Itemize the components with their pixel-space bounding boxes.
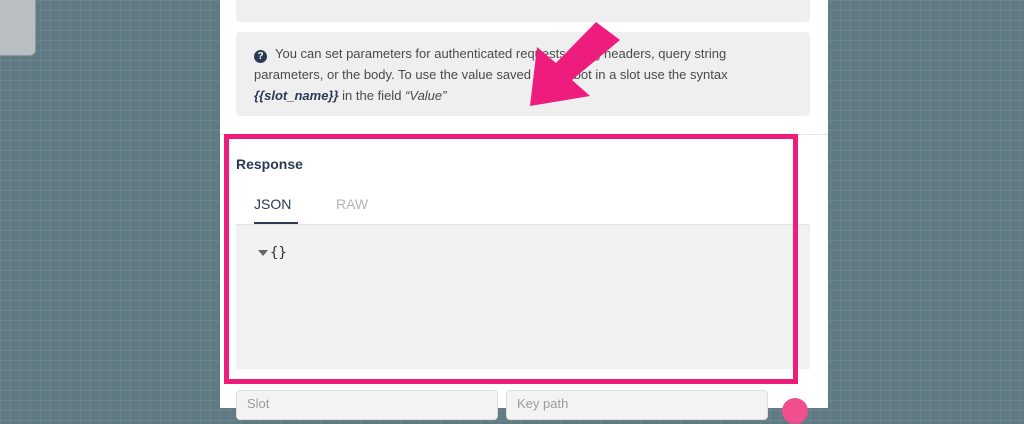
side-panel-handle [0, 0, 36, 56]
info-box: ? You can set parameters for authenticate… [236, 32, 810, 116]
response-title: Response [236, 156, 303, 172]
key-path-field[interactable]: Key path [506, 390, 768, 420]
tab-raw[interactable]: RAW [336, 196, 368, 212]
info-text: You can set parameters for authenticated… [254, 46, 728, 82]
help-circle-icon: ? [254, 50, 267, 63]
info-text-middle: in the field [338, 88, 406, 103]
add-button[interactable] [782, 398, 808, 424]
json-viewer: {} [236, 225, 810, 369]
node-config-panel: ? You can set parameters for authenticate… [220, 0, 828, 424]
response-tabs: JSON RAW [236, 188, 810, 225]
field-name: “Value” [405, 88, 447, 103]
section-divider [220, 134, 828, 135]
collapse-caret-icon[interactable] [258, 250, 268, 256]
active-tab-indicator [254, 222, 298, 224]
slot-field[interactable]: Slot [236, 390, 498, 420]
previous-section-box [236, 0, 810, 22]
slot-syntax: {{slot_name}} [254, 88, 339, 103]
json-root: {} [270, 245, 287, 261]
tab-json[interactable]: JSON [254, 196, 291, 212]
